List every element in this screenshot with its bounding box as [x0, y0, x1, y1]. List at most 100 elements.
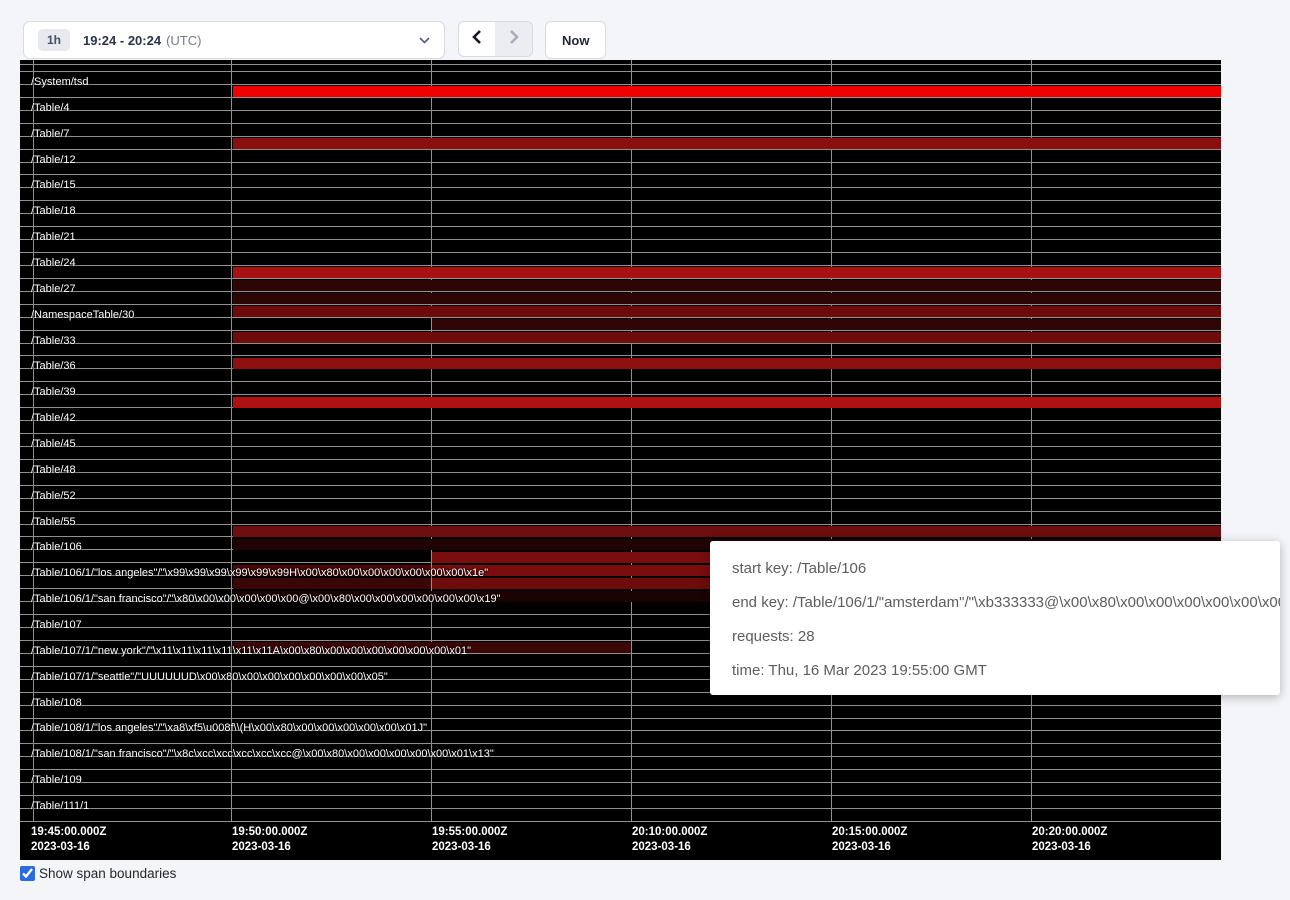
heat-band[interactable]	[233, 306, 1221, 317]
prev-time-button[interactable]	[458, 21, 496, 57]
span-boundary-line	[20, 330, 1221, 331]
span-boundary-line	[20, 265, 1221, 266]
span-label: /Table/108/1/"los angeles"/"\xa8\xf5\u00…	[31, 722, 427, 735]
span-boundary-line	[20, 769, 1221, 770]
span-label: /Table/18	[31, 205, 76, 218]
key-visualizer-page: 1h 19:24 - 20:24 (UTC) Now /System/tsd/T…	[0, 0, 1290, 900]
time-axis-time: 20:20:00.000Z	[1032, 825, 1107, 840]
heat-band[interactable]	[233, 138, 1221, 149]
span-boundary-line	[20, 394, 1221, 395]
key-visualizer-canvas[interactable]: /System/tsd/Table/4/Table/7/Table/12/Tab…	[20, 60, 1221, 860]
tooltip-time: time: Thu, 16 Mar 2023 19:55:00 GMT	[710, 654, 1280, 688]
span-boundary-line	[20, 317, 1221, 318]
time-axis-date: 2023-03-16	[832, 840, 907, 855]
span-label: /Table/45	[31, 438, 76, 451]
span-boundary-line	[20, 213, 1221, 214]
chevron-left-icon	[471, 29, 483, 50]
span-boundary-line	[20, 524, 1221, 525]
span-boundary-line	[20, 278, 1221, 279]
span-boundaries-toggle-row: Show span boundaries	[20, 866, 176, 881]
chevron-down-icon	[419, 31, 430, 49]
time-axis-time: 20:15:00.000Z	[832, 825, 907, 840]
span-label: /Table/108/1/"san francisco"/"\x8c\xcc\x…	[31, 748, 494, 761]
span-label: /NamespaceTable/30	[31, 309, 134, 322]
span-label: /System/tsd	[31, 76, 88, 89]
span-boundary-line	[20, 162, 1221, 163]
hover-tooltip: start key: /Table/106 end key: /Table/10…	[710, 541, 1280, 695]
time-range-zone: (UTC)	[166, 33, 201, 48]
span-boundary-line	[20, 498, 1221, 499]
span-label: /Table/108	[31, 697, 82, 710]
span-label: /Table/33	[31, 335, 76, 348]
span-boundary-line	[20, 485, 1221, 486]
span-label: /Table/7	[31, 128, 70, 141]
span-boundary-line	[20, 472, 1221, 473]
span-boundary-line	[20, 149, 1221, 150]
span-boundary-line	[20, 64, 1221, 65]
span-label: /Table/42	[31, 412, 76, 425]
time-range-select[interactable]: 1h 19:24 - 20:24 (UTC)	[23, 21, 445, 59]
time-bucket-line	[1031, 60, 1032, 821]
span-boundary-line	[20, 84, 1221, 85]
span-boundary-line	[20, 174, 1221, 175]
heat-band[interactable]	[233, 293, 1221, 304]
now-button[interactable]: Now	[545, 21, 606, 59]
span-label: /Table/24	[31, 257, 76, 270]
span-boundary-line	[20, 71, 1221, 72]
time-axis-label: 20:15:00.000Z2023-03-16	[832, 825, 907, 855]
span-label: /Table/27	[31, 283, 76, 296]
span-boundary-line	[20, 718, 1221, 719]
time-axis-date: 2023-03-16	[632, 840, 707, 855]
span-boundary-line	[20, 459, 1221, 460]
span-boundary-line	[20, 381, 1221, 382]
span-label: /Table/52	[31, 490, 76, 503]
span-label: /Table/48	[31, 464, 76, 477]
time-bucket-line	[831, 60, 832, 821]
span-boundary-line	[20, 97, 1221, 98]
heat-band[interactable]	[233, 267, 1221, 278]
span-label: /Table/15	[31, 179, 76, 192]
show-span-boundaries-label[interactable]: Show span boundaries	[39, 866, 176, 881]
time-bucket-line	[231, 60, 232, 821]
span-label: /Table/39	[31, 386, 76, 399]
time-range-text: 19:24 - 20:24	[83, 33, 161, 48]
span-boundary-line	[20, 446, 1221, 447]
time-axis-time: 19:50:00.000Z	[232, 825, 307, 840]
tooltip-start-key: start key: /Table/106	[710, 552, 1280, 586]
span-label: /Table/4	[31, 102, 70, 115]
span-boundary-line	[20, 511, 1221, 512]
show-span-boundaries-checkbox[interactable]	[20, 866, 35, 881]
heat-band[interactable]	[432, 319, 1221, 330]
time-bucket-line	[431, 60, 432, 821]
span-label: /Table/106/1/"los angeles"/"\x99\x99\x99…	[31, 567, 488, 580]
tooltip-end-key: end key: /Table/106/1/"amsterdam"/"\xb33…	[710, 586, 1280, 620]
time-range-preset-badge: 1h	[38, 29, 70, 51]
heat-band[interactable]	[233, 526, 1221, 537]
span-label: /Table/12	[31, 154, 76, 167]
span-boundary-line	[20, 136, 1221, 137]
span-label: /Table/36	[31, 360, 76, 373]
heat-band[interactable]	[233, 332, 1221, 343]
span-label: /Table/107/1/"seattle"/"UUUUUUD\x00\x80\…	[31, 671, 388, 684]
next-time-button-disabled[interactable]	[495, 21, 533, 57]
span-boundary-line	[20, 291, 1221, 292]
span-boundary-line	[20, 239, 1221, 240]
span-label: /Table/106	[31, 541, 82, 554]
span-boundary-line	[20, 304, 1221, 305]
heat-band[interactable]	[233, 358, 1221, 369]
time-axis-date: 2023-03-16	[31, 840, 106, 855]
time-axis-time: 19:55:00.000Z	[432, 825, 507, 840]
now-button-label: Now	[562, 33, 589, 48]
span-label: /Table/109	[31, 774, 82, 787]
time-axis-label: 19:55:00.000Z2023-03-16	[432, 825, 507, 855]
span-label: /Table/107/1/"new york"/"\x11\x11\x11\x1…	[31, 645, 471, 658]
time-axis-date: 2023-03-16	[432, 840, 507, 855]
heat-band[interactable]	[233, 397, 1221, 408]
heat-band[interactable]	[233, 280, 1221, 291]
span-boundary-line	[20, 123, 1221, 124]
span-boundary-line	[20, 821, 1221, 822]
time-axis-label: 20:20:00.000Z2023-03-16	[1032, 825, 1107, 855]
span-boundary-line	[20, 420, 1221, 421]
span-boundary-line	[20, 782, 1221, 783]
heat-band[interactable]	[233, 86, 1221, 97]
